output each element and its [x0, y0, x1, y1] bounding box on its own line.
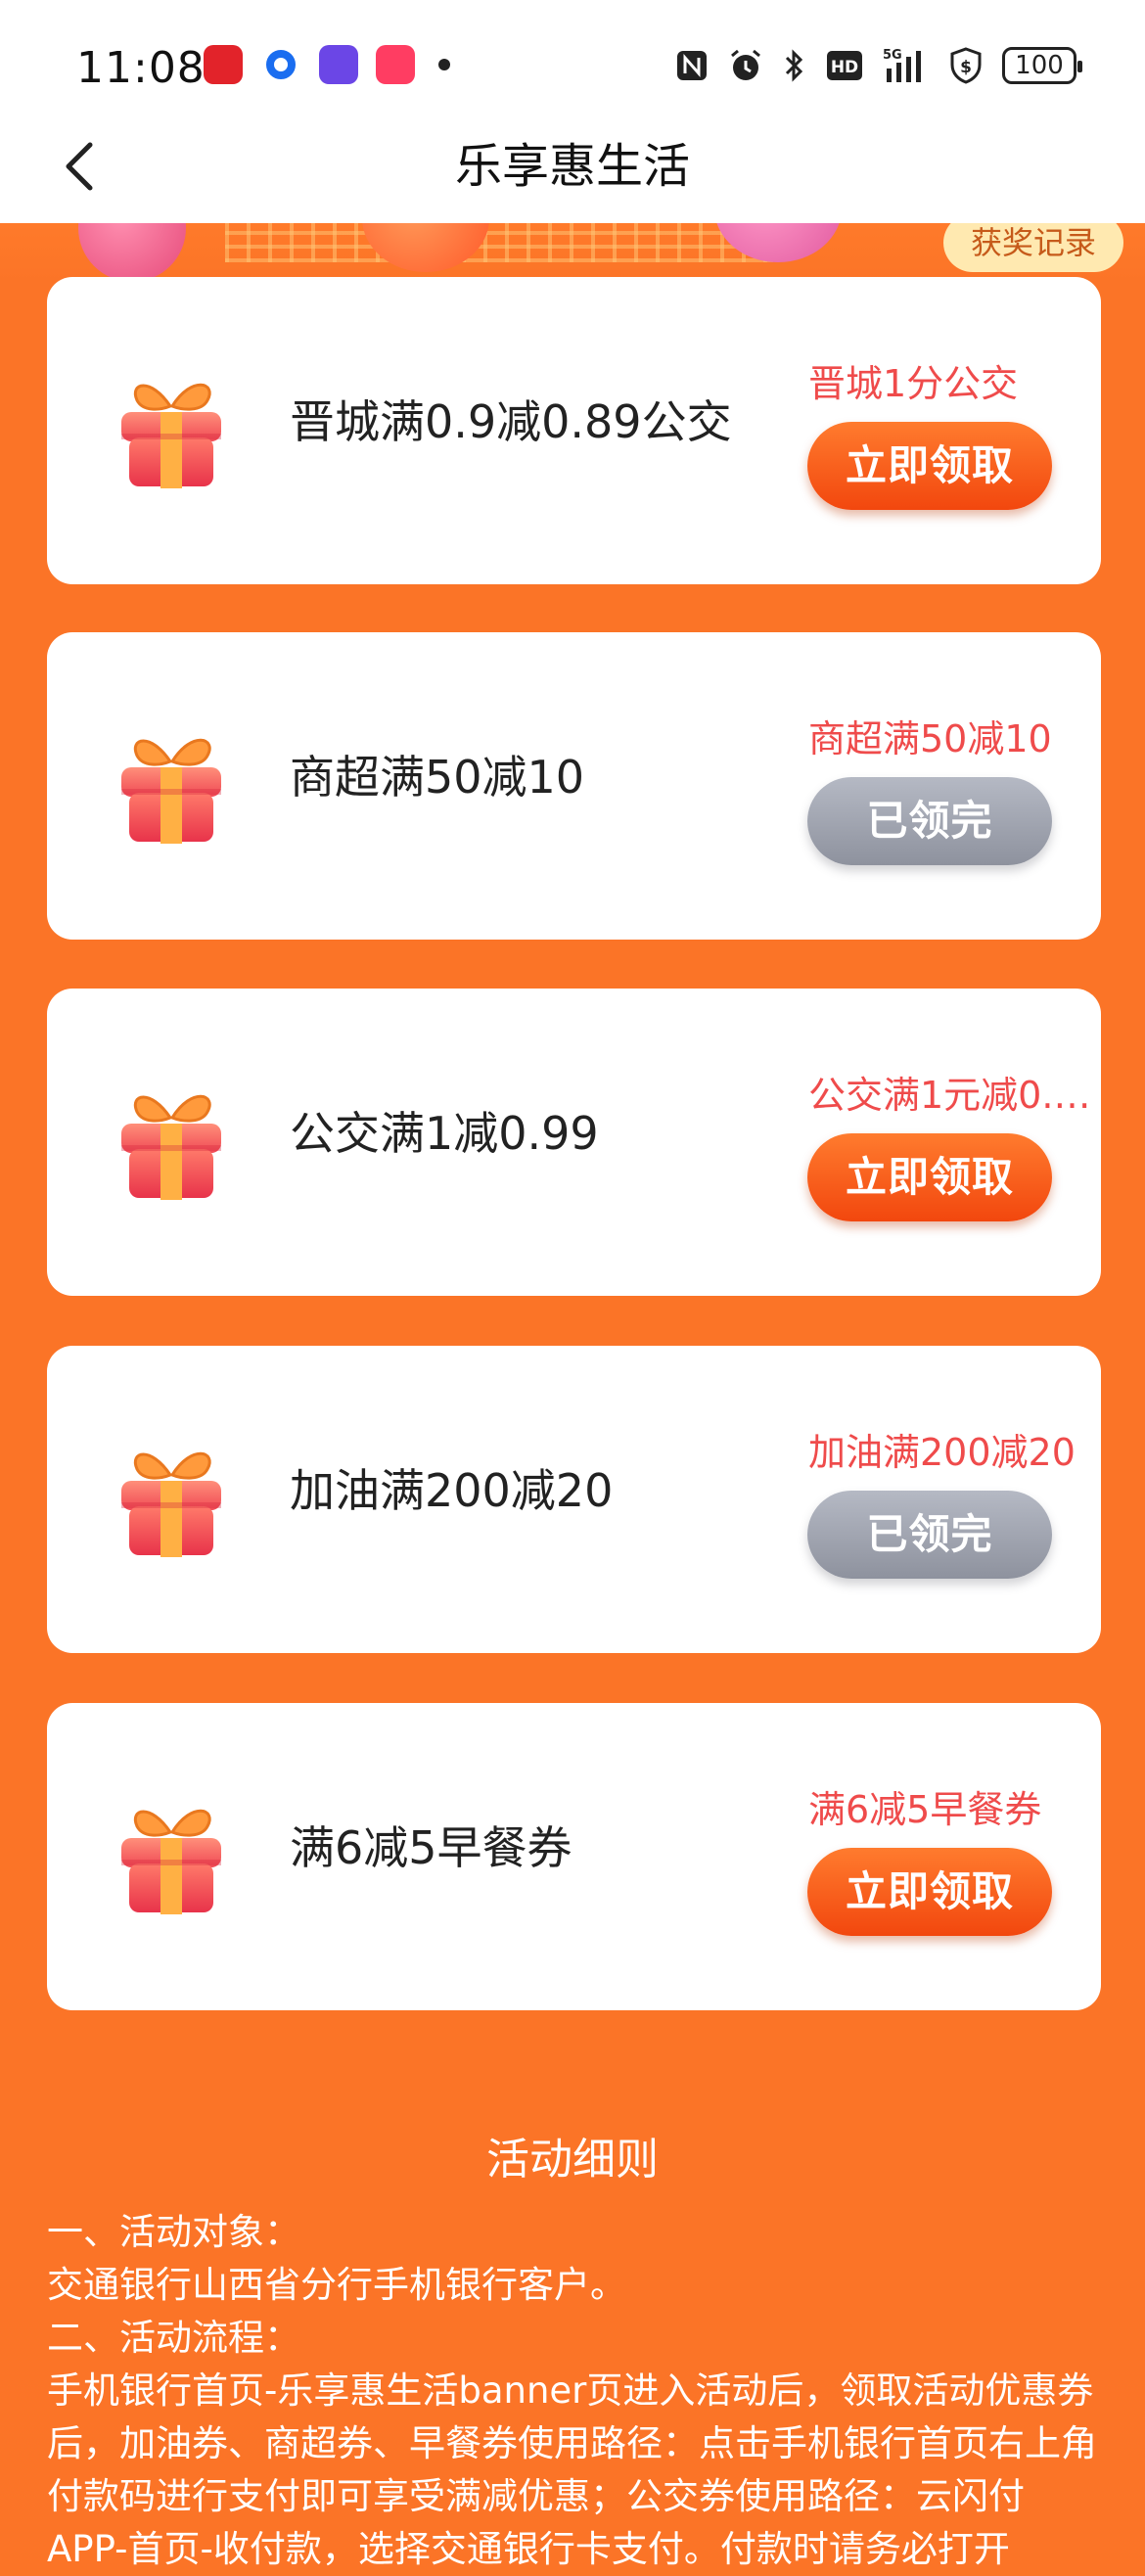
coupon-title: 满6减5早餐券 [290, 1821, 572, 1874]
battery-indicator: 100 [1002, 47, 1082, 84]
page-title: 乐享惠生活 [454, 139, 690, 194]
decor-ball [78, 223, 186, 282]
gift-box-icon [112, 724, 231, 848]
rules-line: 交通银行山西省分行手机银行客户。 [47, 2264, 626, 2306]
gift-box-icon [112, 1795, 231, 1918]
coupon-card: 晋城满0.9减0.89公交 晋城1分公交立即领取 [47, 277, 1101, 584]
coupon-title: 晋城满0.9减0.89公交 [290, 395, 732, 448]
rules-body: 一、活动对象： 交通银行山西省分行手机银行客户。 二、活动流程： 手机银行首页-乐享惠… [47, 2206, 1104, 2576]
banner-image: 获奖记录 [0, 223, 1145, 282]
gift-box-icon [112, 369, 231, 492]
coupon-title: 加油满200减20 [290, 1464, 614, 1517]
prize-record-button[interactable]: 获奖记录 [942, 223, 1123, 272]
coupon-subtitle: 满6减5早餐券 [808, 1788, 1042, 1831]
gift-box-icon [112, 1438, 231, 1561]
video-app-icon [376, 45, 415, 84]
nfc-icon [675, 48, 709, 83]
claim-button[interactable]: 立即领取 [807, 1848, 1052, 1936]
more-notifications-icon [438, 59, 450, 70]
rules-line: 手机银行首页-乐享惠生活banner页进入活动后，领取活动优惠券后，加油券、商超… [47, 2369, 1097, 2570]
coupon-title: 商超满50减10 [290, 751, 585, 804]
rules-line: 二、活动流程： [47, 2317, 300, 2359]
claimed-out-button[interactable]: 已领完 [807, 1491, 1052, 1579]
coupon-subtitle: 晋城1分公交 [808, 362, 1019, 405]
nav-bar: 乐享惠生活 [0, 137, 1145, 225]
status-bar: 11:08 HD 5G $ 100 [0, 0, 1145, 137]
system-icons: HD 5G $ 100 [675, 47, 1082, 84]
news-app-icon [204, 45, 243, 84]
security-shield-icon: $ [949, 47, 983, 84]
decor-ball [362, 223, 489, 272]
rules-line: 一、活动对象： [47, 2211, 300, 2253]
coupon-title: 公交满1减0.99 [290, 1107, 599, 1160]
browser-app-icon [266, 50, 296, 79]
gift-box-icon [112, 1081, 231, 1204]
notification-icons [204, 45, 450, 84]
decor-net [225, 223, 773, 262]
alarm-icon [728, 48, 763, 83]
coupon-card: 满6减5早餐券 满6减5早餐券 立即领取 [47, 1703, 1101, 2010]
hd-icon: HD [826, 48, 863, 83]
coupon-card: 商超满50减10 商超满50减10 已领完 [47, 632, 1101, 940]
coupon-subtitle: 商超满50减10 [808, 717, 1052, 760]
coupon-card: 公交满1减0.99 公交满1元减0.99 立即领取 [47, 989, 1101, 1296]
coupon-subtitle: 公交满1元减0.99 [808, 1074, 1092, 1117]
svg-text:$: $ [960, 58, 972, 77]
rules-title: 活动细则 [486, 2135, 659, 2185]
claim-button[interactable]: 立即领取 [807, 422, 1052, 510]
bluetooth-icon [783, 48, 806, 83]
coupon-card: 加油满200减20 加油满200减20 已领完 [47, 1346, 1101, 1653]
claimed-out-button[interactable]: 已领完 [807, 777, 1052, 865]
svg-text:HD: HD [831, 58, 858, 77]
signal-icon: 5G [883, 48, 930, 83]
coupon-subtitle: 加油满200减20 [808, 1431, 1076, 1474]
tieba-app-icon [319, 45, 358, 84]
claim-button[interactable]: 立即领取 [807, 1133, 1052, 1221]
svg-text:5G: 5G [883, 48, 902, 63]
status-time: 11:08 [76, 43, 206, 93]
